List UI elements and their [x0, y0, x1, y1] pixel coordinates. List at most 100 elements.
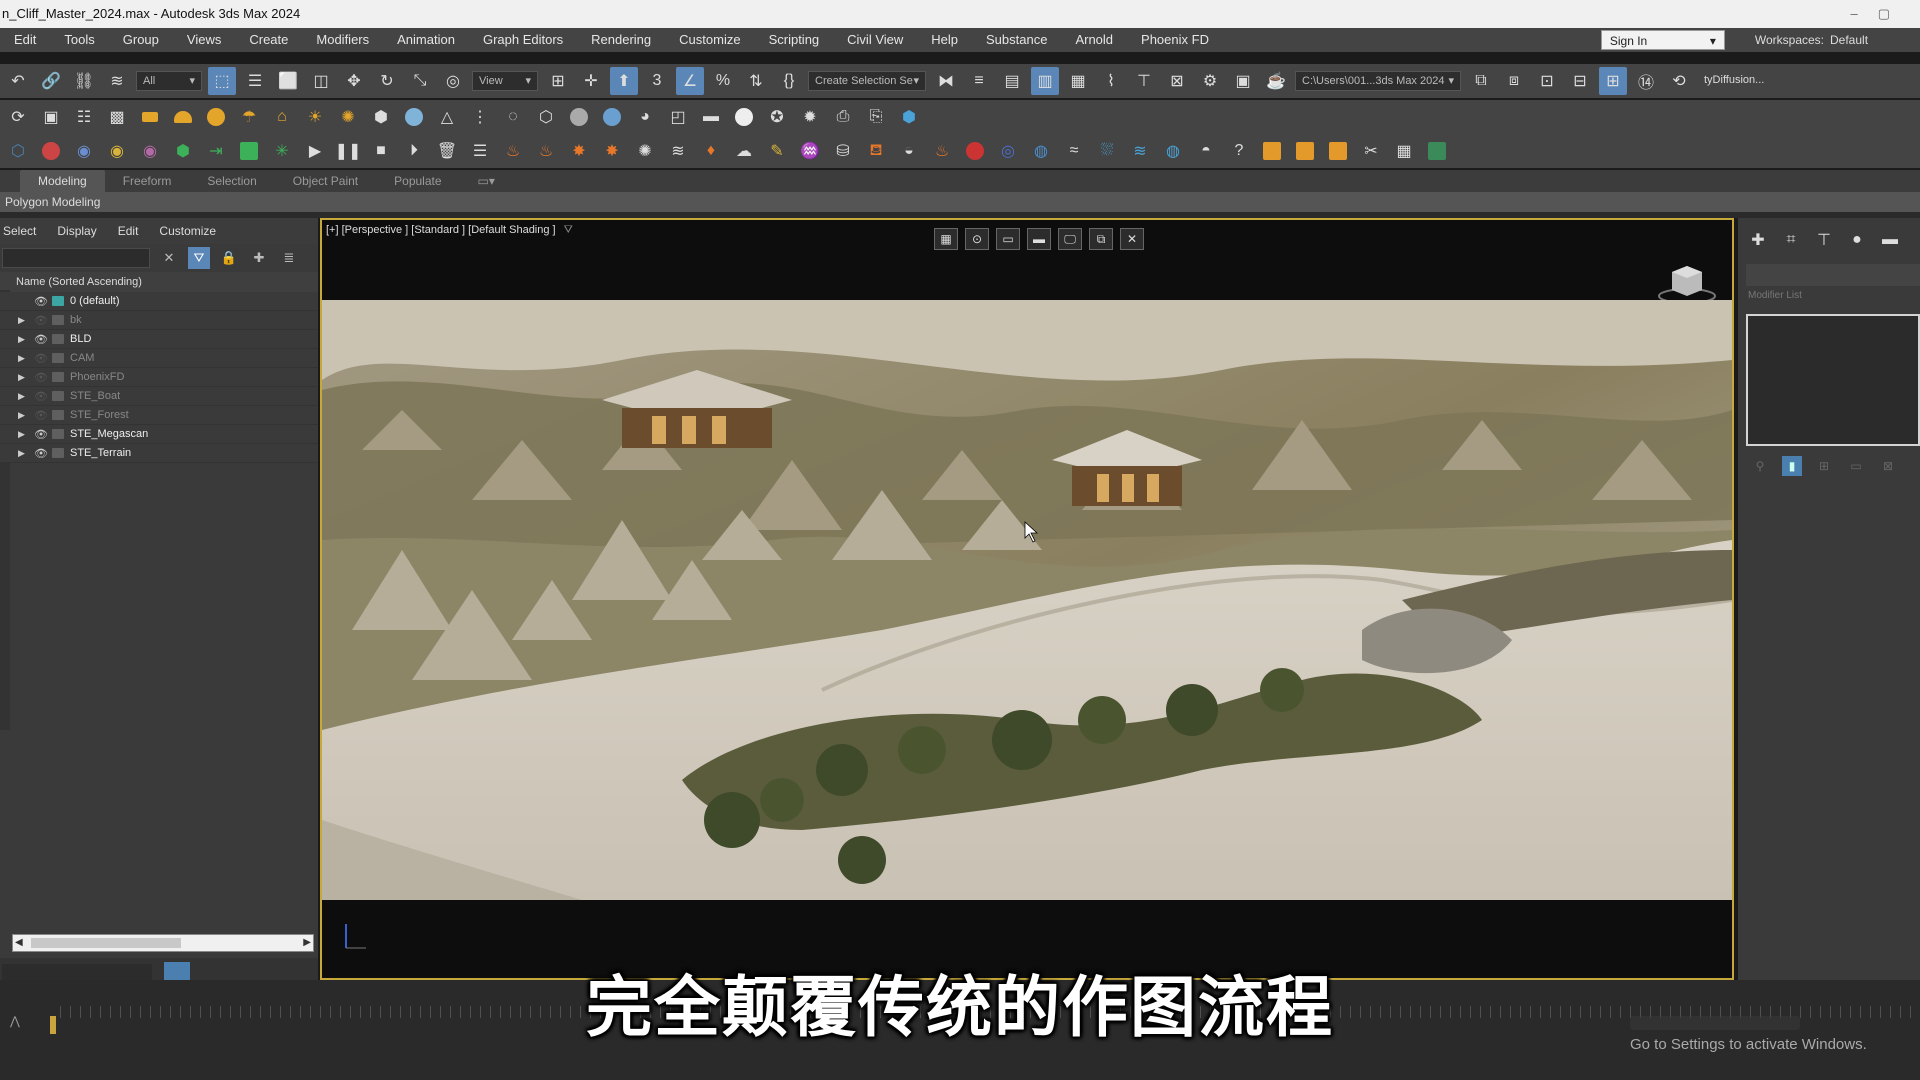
file-import-icon[interactable]: ⎘ — [862, 103, 890, 131]
mirror-icon[interactable]: ⧓ — [932, 67, 960, 95]
expand-arrow-icon[interactable]: ▶ — [18, 315, 32, 326]
display-tab-icon[interactable]: ▬ — [1878, 228, 1902, 252]
sign-in-dropdown[interactable]: Sign In ▾ — [1600, 30, 1725, 50]
archive-icon[interactable]: ⊞ — [1599, 67, 1627, 95]
material-sphere-icon[interactable] — [565, 103, 593, 131]
polygon-modeling-panel[interactable]: Polygon Modeling — [0, 192, 1920, 212]
render-production-icon[interactable]: ☕ — [1262, 67, 1290, 95]
menu-group[interactable]: Group — [109, 28, 173, 52]
fire-flow-icon[interactable]: ✸ — [598, 137, 626, 165]
help-icon[interactable]: ? — [1225, 137, 1253, 165]
ocean-ring-icon[interactable]: ◍ — [1027, 137, 1055, 165]
fire-grid-icon[interactable]: ♨ — [532, 137, 560, 165]
viewcube-icon[interactable] — [1656, 258, 1718, 306]
gallery-icon[interactable]: ▩ — [103, 103, 131, 131]
green-arrow-icon[interactable]: ⇥ — [202, 137, 230, 165]
red-hex-icon[interactable] — [37, 137, 65, 165]
tab-modeling[interactable]: Modeling — [20, 170, 105, 192]
table-icon[interactable]: ▦ — [1390, 137, 1418, 165]
drop-icon[interactable]: ♦ — [697, 137, 725, 165]
expand-arrow-icon[interactable]: ▶ — [18, 429, 32, 440]
close-icon[interactable]: ✕ — [1120, 228, 1144, 250]
remove-modifier-icon[interactable]: ▭ — [1846, 456, 1866, 476]
sphere-light-icon[interactable] — [202, 103, 230, 131]
light-spot-icon[interactable] — [136, 103, 164, 131]
menu-edit[interactable]: Edit — [0, 28, 50, 52]
show-end-result-icon[interactable]: ▮ — [1782, 456, 1802, 476]
menu-animation[interactable]: Animation — [383, 28, 469, 52]
explorer-menu-select[interactable]: Select — [0, 218, 38, 244]
vfb-icon[interactable]: ▬ — [697, 103, 725, 131]
camera-box-icon[interactable]: ▣ — [37, 103, 65, 131]
toggle-stats-icon[interactable]: ▭ — [996, 228, 1020, 250]
monitor-icon[interactable]: 🖵 — [1058, 228, 1082, 250]
red-ball-icon[interactable] — [961, 137, 989, 165]
eye-icon[interactable]: 👁 — [32, 295, 50, 308]
explorer-search-input[interactable] — [2, 248, 150, 268]
configure-sets-icon[interactable]: ⊠ — [1878, 456, 1898, 476]
layer-row[interactable]: ▶ 👁 PhoenixFD — [0, 368, 318, 387]
ocean-wave-icon[interactable]: ≋ — [1126, 137, 1154, 165]
menu-scripting[interactable]: Scripting — [755, 28, 834, 52]
maximize-icon[interactable]: ⧉ — [1089, 228, 1113, 250]
expand-arrow-icon[interactable]: ▶ — [18, 448, 32, 459]
explorer-menu-display[interactable]: Display — [54, 218, 98, 244]
menu-create[interactable]: Create — [235, 28, 302, 52]
add-layer-icon[interactable]: ✚ — [248, 247, 270, 269]
camera-icon[interactable]: ⊙ — [965, 228, 989, 250]
toggle-ribbon-icon[interactable]: ▦ — [1064, 67, 1092, 95]
brush-icon[interactable]: ✎ — [763, 137, 791, 165]
file-export-icon[interactable]: ⎙ — [829, 103, 857, 131]
tab-populate[interactable]: Populate — [376, 170, 459, 192]
ribbon-options-icon[interactable]: ▭▾ — [460, 170, 513, 192]
link-icon[interactable]: 🔗 — [37, 67, 65, 95]
eye-icon[interactable]: 👁 — [32, 333, 50, 346]
eye-icon[interactable]: 👁 — [32, 409, 50, 422]
rectangular-selection-icon[interactable]: ⬜ — [274, 67, 302, 95]
place-icon[interactable]: ◎ — [439, 67, 467, 95]
expand-arrow-icon[interactable]: ▶ — [18, 334, 32, 345]
tydiffusion-plugin-button[interactable]: tyDiffusion... — [1698, 71, 1770, 91]
material-editor-icon[interactable]: ⊠ — [1163, 67, 1191, 95]
tab-object-paint[interactable]: Object Paint — [275, 170, 376, 192]
lighting-analysis-icon[interactable]: ✹ — [796, 103, 824, 131]
trash-icon[interactable]: 🗑 — [433, 137, 461, 165]
layer-row[interactable]: ▶ 👁 STE_Boat — [0, 387, 318, 406]
fur-icon[interactable]: ⋮ — [466, 103, 494, 131]
layer-row[interactable]: ▶ 👁 CAM — [0, 349, 318, 368]
tools-icon[interactable]: ✂ — [1357, 137, 1385, 165]
wave-icon[interactable]: ≈ — [1060, 137, 1088, 165]
select-object-icon[interactable]: ⬚ — [208, 67, 236, 95]
hex-tool-icon[interactable]: ⬡ — [4, 137, 32, 165]
eye-icon[interactable]: 👁 — [32, 428, 50, 441]
displacement-icon[interactable]: ⬡ — [532, 103, 560, 131]
explorer-horizontal-scrollbar[interactable]: ◀ ▶ — [12, 934, 314, 952]
eye-icon[interactable]: 👁 — [32, 314, 50, 327]
clear-search-icon[interactable]: ✕ — [158, 247, 180, 269]
expand-arrow-icon[interactable]: ▶ — [18, 391, 32, 402]
menu-help[interactable]: Help — [917, 28, 972, 52]
pin-stack-icon[interactable]: ⚲ — [1750, 456, 1770, 476]
select-by-name-icon[interactable]: ☰ — [241, 67, 269, 95]
workspace-select[interactable]: Default — [1830, 33, 1920, 47]
column-header[interactable]: Name (Sorted Ascending) — [0, 272, 318, 292]
yellow-target-icon[interactable]: ◉ — [103, 137, 131, 165]
fd-render-icon[interactable] — [1324, 137, 1352, 165]
menu-rendering[interactable]: Rendering — [577, 28, 665, 52]
save-project-icon[interactable]: ⧈ — [1500, 67, 1528, 95]
layer-row[interactable]: ▶ 👁 STE_Forest — [0, 406, 318, 425]
proxy-icon[interactable]: ⬢ — [367, 103, 395, 131]
sky-icon[interactable]: ✺ — [334, 103, 362, 131]
bind-spacewarp-icon[interactable]: ≋ — [103, 67, 131, 95]
menu-arnold[interactable]: Arnold — [1061, 28, 1127, 52]
layer-explorer-icon[interactable]: ▥ — [1031, 67, 1059, 95]
list-icon[interactable]: ☷ — [70, 103, 98, 131]
green-box-icon[interactable] — [235, 137, 263, 165]
fire-source-icon[interactable]: ♨ — [499, 137, 527, 165]
green-sphere-icon[interactable]: ⬢ — [169, 137, 197, 165]
unlink-icon[interactable]: ⛓ — [70, 67, 98, 95]
reload-icon[interactable]: ⟳ — [4, 103, 32, 131]
layer-stack-icon[interactable]: ≣ — [278, 247, 300, 269]
spot-light-icon[interactable]: ☂ — [235, 103, 263, 131]
bowl-icon[interactable]: ◒ — [895, 137, 923, 165]
